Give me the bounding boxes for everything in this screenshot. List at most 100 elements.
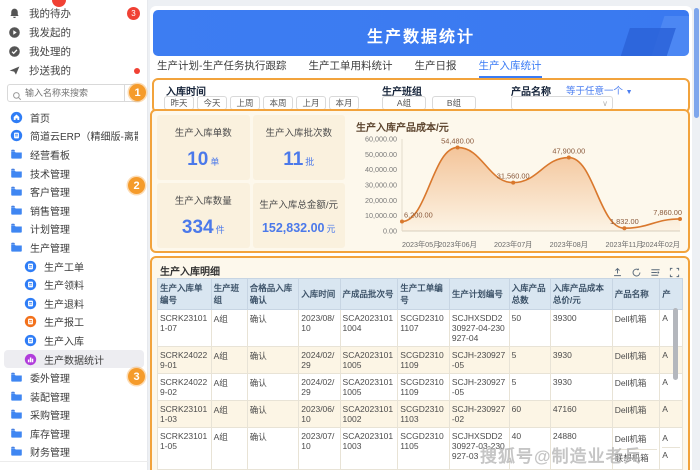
sidebar-item-label: 生产入库 xyxy=(44,336,84,348)
column-header-生产入库单编号: 生产入库单编号 xyxy=(157,278,212,310)
team-filter-buttons: A组 B组 xyxy=(382,96,482,110)
quick-item-我处理的[interactable]: 我处理的 xyxy=(0,42,148,61)
time-button-昨天[interactable]: 昨天 xyxy=(164,96,194,110)
table-cell: SCA20231011005 xyxy=(339,346,399,374)
table-cell: 确认 xyxy=(246,373,300,401)
initiated-icon xyxy=(8,26,21,39)
search-icon xyxy=(12,88,22,101)
time-button-上周[interactable]: 上周 xyxy=(230,96,260,110)
sidebar-item-生产数据统计[interactable]: 生产数据统计 xyxy=(4,349,144,369)
team-button-B组[interactable]: B组 xyxy=(432,96,476,110)
table-cell: SCA20231011005 xyxy=(339,373,399,401)
svg-text:2023年05月: 2023年05月 xyxy=(402,240,440,249)
bell-icon xyxy=(8,7,21,20)
sidebar-item-label: 装配管理 xyxy=(30,392,70,404)
sidebar-item-客户管理[interactable]: 客户管理 xyxy=(0,182,148,201)
tab-生产日报[interactable]: 生产日报 xyxy=(415,58,457,78)
table-cell: SCA20231011003 xyxy=(339,427,399,470)
table-scrollbar[interactable] xyxy=(673,308,678,458)
sidebar-item-label: 销售管理 xyxy=(30,206,70,218)
sidebar-item-首页[interactable]: 首页 xyxy=(0,108,148,127)
table-toolbar xyxy=(612,265,680,278)
tab-生产计划-生产任务执行跟踪[interactable]: 生产计划-生产任务执行跟踪 xyxy=(157,58,287,78)
quick-item-label: 抄送我的 xyxy=(29,65,71,77)
tab-生产工单用料统计[interactable]: 生产工单用料统计 xyxy=(309,58,393,78)
table-cell: Dell机箱 xyxy=(611,400,661,428)
table-cell: SCRK231011-03 xyxy=(157,400,212,428)
folder-icon xyxy=(10,371,23,384)
search-input[interactable] xyxy=(25,88,111,98)
time-button-本周[interactable]: 本周 xyxy=(263,96,293,110)
handled-icon xyxy=(8,45,21,58)
svg-text:1,832.00: 1,832.00 xyxy=(610,217,639,226)
quick-item-我的待办[interactable]: 我的待办 3 xyxy=(0,4,148,23)
sidebar-item-生产入库[interactable]: 生产入库 xyxy=(0,331,148,350)
table-row[interactable]: SCRK240229-02 A组 确认 2024/02/29 SCA2023101100… xyxy=(157,373,683,401)
stat-value: 152,832.00 元 xyxy=(261,220,336,235)
refresh-icon[interactable] xyxy=(631,265,642,277)
search-box[interactable] xyxy=(7,84,125,102)
annotation-marker-1: 1 xyxy=(129,84,146,101)
svg-text:6,200.00: 6,200.00 xyxy=(404,210,433,219)
folder-icon xyxy=(10,390,23,403)
quick-item-我发起的[interactable]: 我发起的 xyxy=(0,23,148,42)
sidebar-item-生产报工[interactable]: 生产报工 xyxy=(0,313,148,332)
sidebar-item-计划管理[interactable]: 计划管理 xyxy=(0,220,148,239)
table-cell: SCRK240229-01 xyxy=(157,346,212,374)
sidebar: 我的待办 3 我发起的我处理的抄送我的 ▾ 首页简道云ERP（精细版-离散MTO）「… xyxy=(0,0,148,470)
table-cell: A组 xyxy=(210,400,248,428)
sidebar-item-经营看板[interactable]: 经营看板 xyxy=(0,145,148,164)
column-config-icon[interactable] xyxy=(650,265,661,276)
export-icon[interactable] xyxy=(612,265,623,277)
sidebar-item-技术管理[interactable]: 技术管理 xyxy=(0,164,148,183)
sidebar-item-生产领料[interactable]: 生产领料 xyxy=(0,275,148,294)
product-operator-link[interactable]: 等于任意一个 ▼ xyxy=(566,83,633,97)
fullscreen-icon[interactable] xyxy=(669,265,680,278)
sidebar-item-label: 委外管理 xyxy=(30,374,70,386)
table-cell: SCGD23101107 xyxy=(397,309,450,347)
stat-unit: 元 xyxy=(326,223,336,234)
sidebar-item-label: 经营看板 xyxy=(30,150,70,162)
table-row[interactable]: SCRK240229-01 A组 确认 2024/02/29 SCA2023101100… xyxy=(157,346,683,374)
stat-card-生产入库批次数: 生产入库批次数 11 批 xyxy=(252,115,345,180)
product-select[interactable]: ∨ xyxy=(511,96,613,110)
table-cell: A组 xyxy=(210,427,248,470)
table-row[interactable]: SCRK231011-07 A组 确认 2023/08/10 SCA2023101100… xyxy=(157,309,683,347)
stat-title: 生产入库总金额/元 xyxy=(259,199,339,211)
team-button-A组[interactable]: A组 xyxy=(382,96,426,110)
table-cell: 39300 xyxy=(549,309,613,347)
sidebar-item-装配管理[interactable]: 装配管理 xyxy=(0,387,148,406)
sidebar-item-生产退料[interactable]: 生产退料 xyxy=(0,294,148,313)
svg-text:7,860.00: 7,860.00 xyxy=(653,208,682,217)
sidebar-item-库存管理[interactable]: 库存管理 xyxy=(0,424,148,443)
sidebar-divider xyxy=(0,461,148,462)
table-row[interactable]: SCRK231011-03 A组 确认 2023/06/10 SCA2023101100… xyxy=(157,400,683,428)
table-cell: SCJH-230927-05 xyxy=(448,346,510,374)
sidebar-item-生产管理[interactable]: 生产管理 xyxy=(0,238,148,257)
sidebar-item-简道云ERP（精细版-离散MTO）「[interactable]: 简道云ERP（精细版-离散MTO）「 xyxy=(0,127,148,146)
table-cell: SCJH-230927-05 xyxy=(448,373,510,401)
stat-unit: 批 xyxy=(305,156,315,167)
main-scrollbar[interactable] xyxy=(694,8,699,463)
table-title: 生产入库明细 xyxy=(160,267,220,278)
sidebar-item-采购管理[interactable]: 采购管理 xyxy=(0,406,148,425)
table-cell: SCGD23101109 xyxy=(397,373,450,401)
time-button-今天[interactable]: 今天 xyxy=(197,96,227,110)
quick-item-抄送我的[interactable]: 抄送我的 xyxy=(0,61,148,80)
sidebar-item-委外管理[interactable]: 委外管理 xyxy=(0,368,148,387)
table-cell: Dell机箱 xyxy=(611,346,661,374)
unread-dot xyxy=(134,67,140,74)
svg-text:2024年02月: 2024年02月 xyxy=(642,240,680,249)
sidebar-item-销售管理[interactable]: 销售管理 xyxy=(0,201,148,220)
sidebar-item-label: 生产管理 xyxy=(30,243,70,255)
svg-text:20,000.00: 20,000.00 xyxy=(365,196,397,205)
folder-icon xyxy=(10,185,23,198)
time-button-本月[interactable]: 本月 xyxy=(329,96,359,110)
stat-card-生产入库单数: 生产入库单数 10 单 xyxy=(157,115,250,180)
time-button-上月[interactable]: 上月 xyxy=(296,96,326,110)
sidebar-item-生产工单[interactable]: 生产工单 xyxy=(0,257,148,276)
tab-生产入库统计[interactable]: 生产入库统计 xyxy=(478,58,542,78)
sidebar-item-财务管理[interactable]: 财务管理 xyxy=(0,443,148,462)
sidebar-menu: 首页简道云ERP（精细版-离散MTO）「经营看板技术管理客户管理销售管理计划管理… xyxy=(0,108,148,461)
column-header-产品名称: 产品名称 xyxy=(611,278,661,310)
